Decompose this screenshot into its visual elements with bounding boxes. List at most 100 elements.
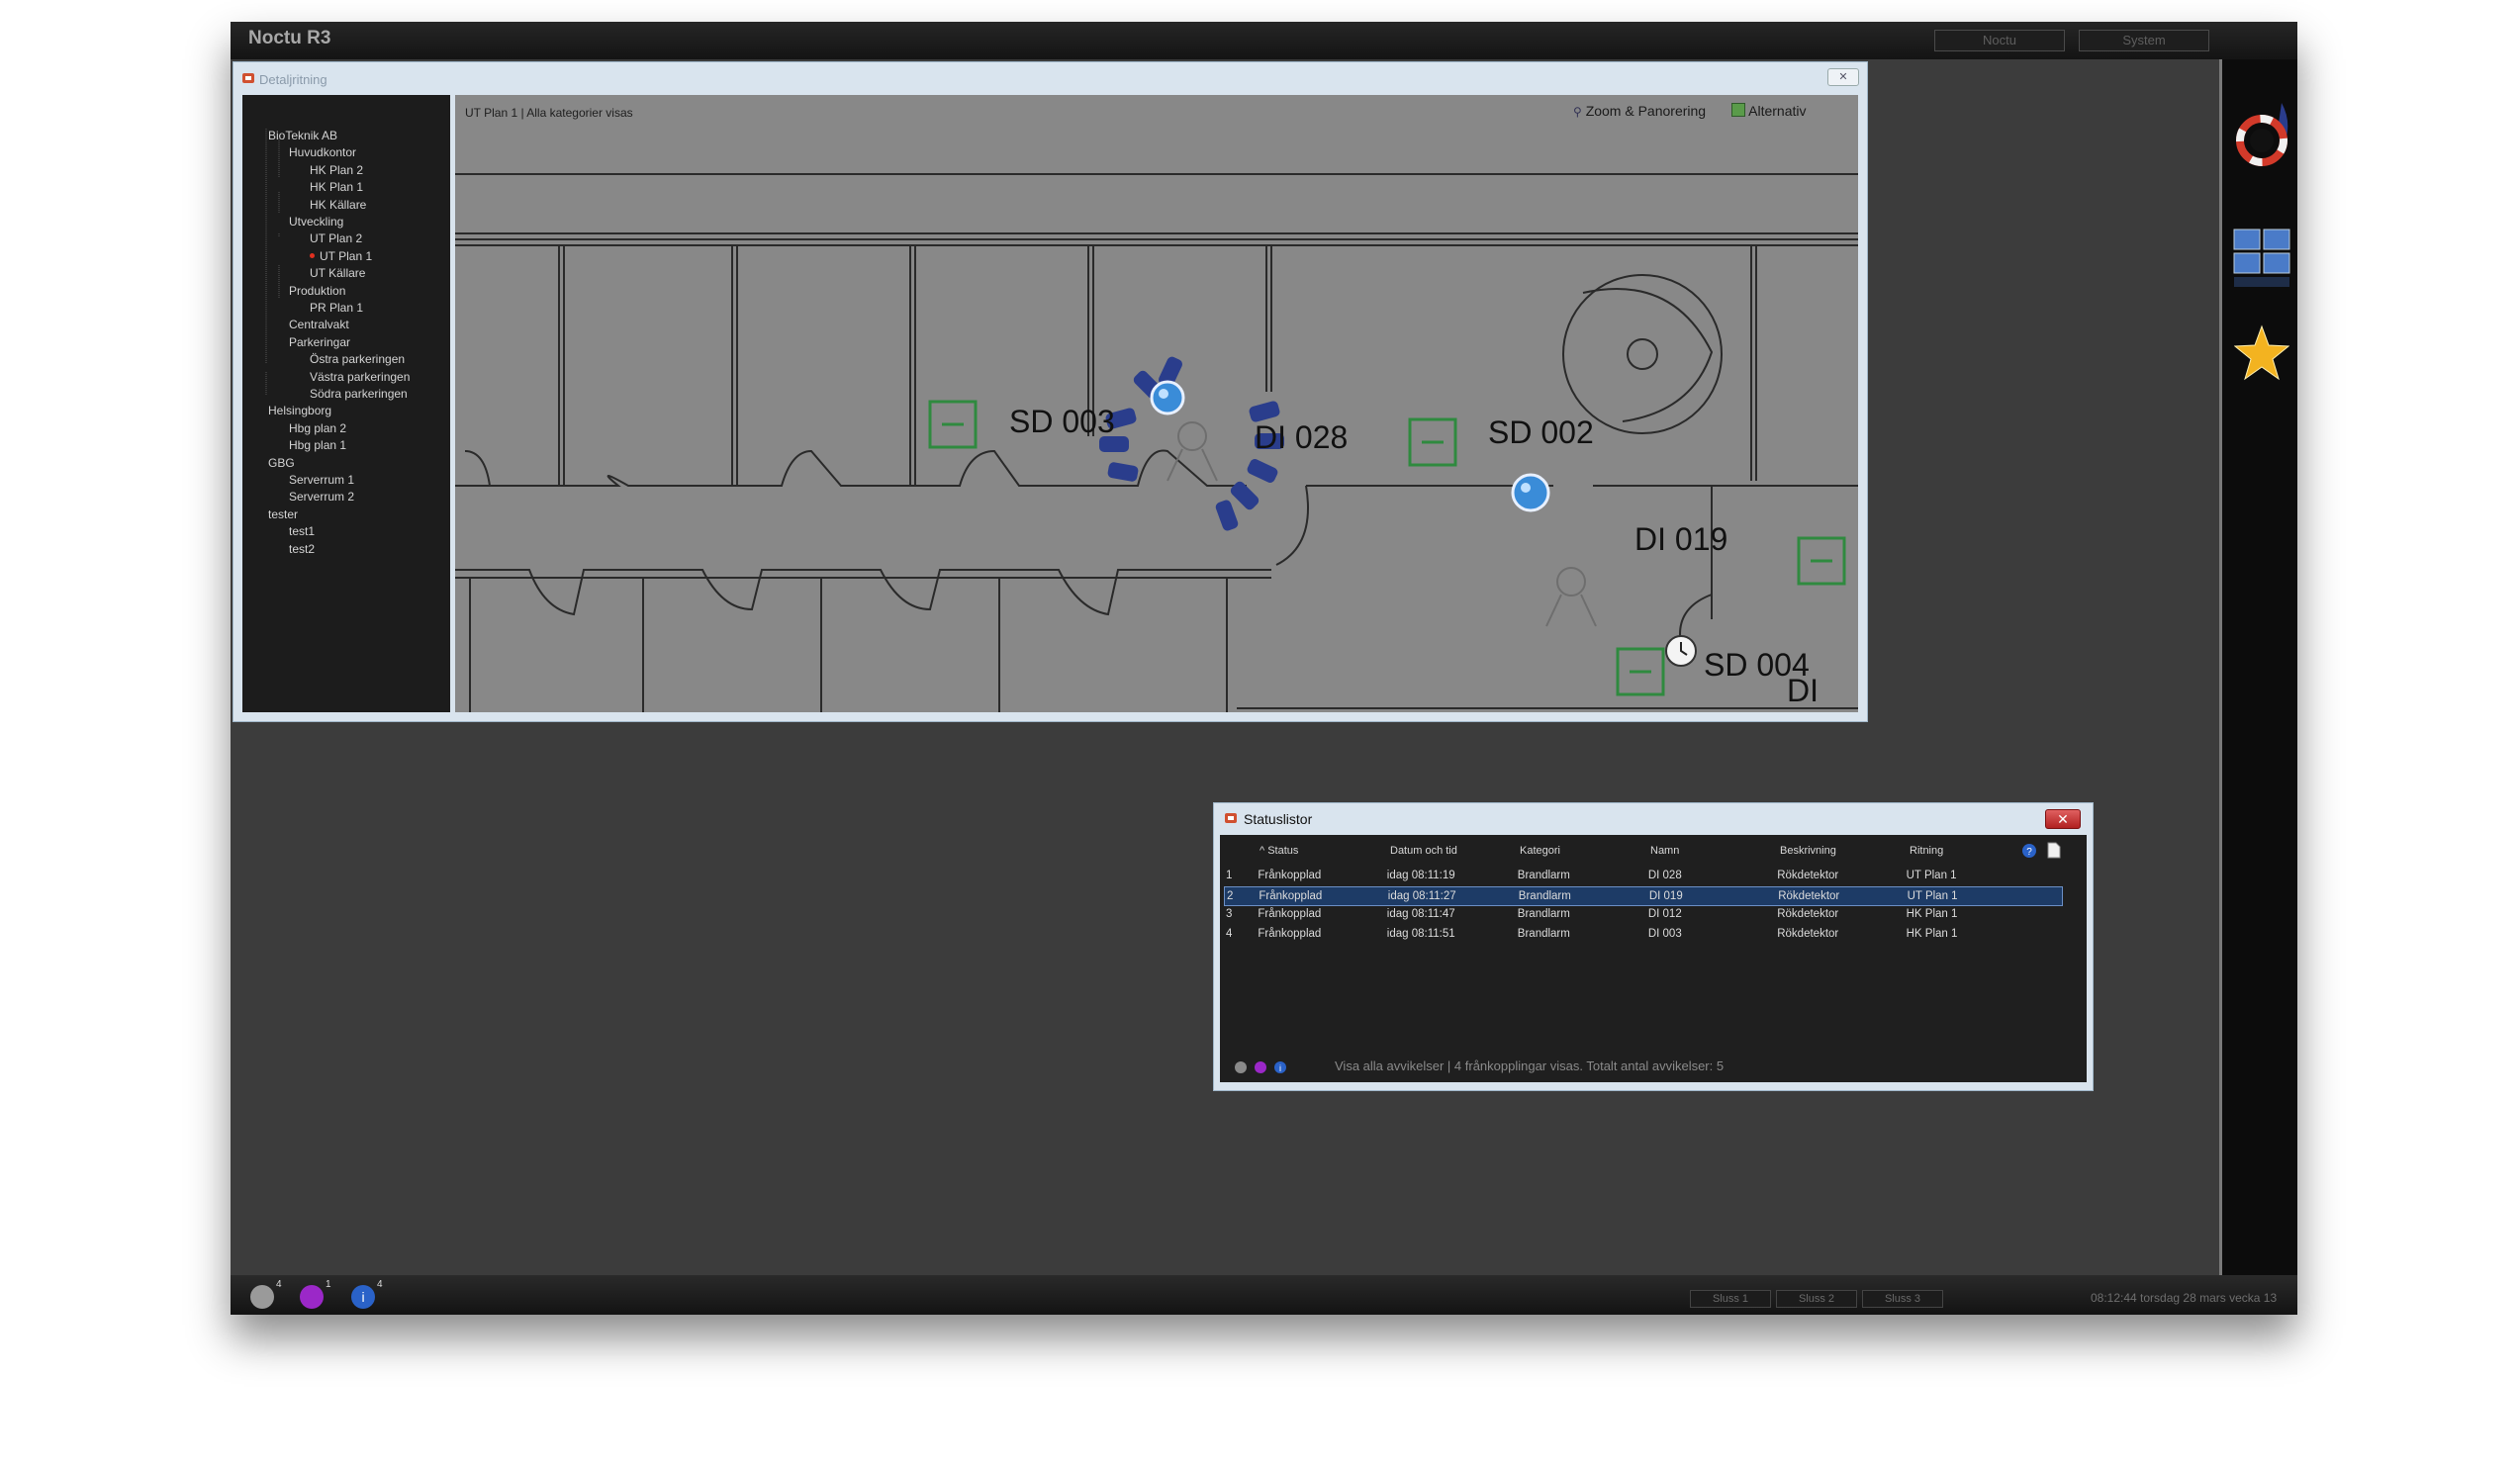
column-header-status[interactable]: ^ Status [1260, 845, 1298, 857]
close-button[interactable]: ✕ [2045, 809, 2081, 829]
tree-item[interactable]: UT Plan 2 [310, 231, 362, 245]
map-label-sd002: SD 002 [1488, 414, 1594, 450]
indicator-purple[interactable]: 1 [298, 1279, 331, 1316]
floor-plan-map[interactable]: SD 003 DI 028 SD 002 DI 019 SD 004 DI 03… [455, 95, 1858, 712]
svg-text:?: ? [2026, 847, 2032, 858]
cell-desc: Rökdetektor [1777, 927, 1839, 940]
favorites-star-icon[interactable] [2234, 324, 2289, 394]
cell-status: Frånkopplad [1258, 908, 1322, 920]
tree-item[interactable]: Centralvakt [289, 318, 349, 331]
table-row[interactable]: 2 Frånkopplad idag 08:11:27 Brandlarm DI 019… [1224, 885, 2063, 906]
cell-category: Brandlarm [1518, 889, 1571, 902]
tree-item[interactable]: Hbg plan 1 [289, 438, 346, 452]
tree-item-label: HK Plan 1 [310, 180, 364, 195]
tree-item[interactable]: Serverrum 2 [289, 490, 354, 504]
clock-marker[interactable] [1664, 634, 1698, 673]
lifebuoy-logo-icon[interactable] [2234, 101, 2289, 176]
tree-item[interactable]: tester [268, 507, 298, 521]
sluss-1-button[interactable]: Sluss 1 [1690, 1290, 1771, 1308]
tree-item[interactable]: Produktion [289, 284, 345, 298]
tree-item-label: Hbg plan 1 [289, 438, 347, 453]
sluss-3-button[interactable]: Sluss 3 [1862, 1290, 1943, 1308]
table-header: ^ Status Datum och tid Kategori Namn Bes… [1220, 835, 2087, 865]
tree-item[interactable]: Östra parkeringen [310, 352, 405, 366]
tree-item[interactable]: Huvudkontor [289, 145, 356, 159]
cell-name: DI 003 [1647, 927, 1682, 940]
column-header-category[interactable]: Kategori [1520, 845, 1560, 857]
map-label-di028: DI 028 [1255, 419, 1349, 455]
cell-status: Frånkopplad [1258, 870, 1322, 881]
tree-item-label: Centralvakt [289, 318, 349, 332]
close-button[interactable]: ✕ [1827, 68, 1859, 86]
window-app-icon [242, 73, 254, 83]
tree-item[interactable]: Hbg plan 2 [289, 421, 346, 435]
tree-item[interactable]: Utveckling [289, 215, 343, 229]
svg-text:i: i [361, 1289, 364, 1305]
cell-drawing: UT Plan 1 [1906, 870, 1957, 881]
column-header-name[interactable]: Namn [1650, 845, 1679, 857]
options-button[interactable]: Alternativ [1731, 103, 1806, 119]
indicator-count: 1 [326, 1279, 331, 1290]
tree-item-label: BioTeknik AB [268, 129, 338, 142]
tree-item-label: Parkeringar [289, 334, 351, 349]
column-header-datetime[interactable]: Datum och tid [1390, 845, 1457, 857]
cell-drawing: HK Plan 1 [1906, 908, 1958, 920]
application-window: Noctu R3 Noctu System Detaljritning ✕ Bi… [231, 22, 2297, 1315]
tree-item[interactable]: HK Källare [310, 198, 366, 212]
tree-item[interactable]: Södra parkeringen [310, 387, 408, 401]
cell-drawing: UT Plan 1 [1907, 889, 1958, 902]
smoke-detector-marker[interactable] [1150, 380, 1185, 420]
tree-item-label: Södra parkeringen [310, 387, 408, 401]
location-tree: BioTeknik AB Huvudkontor HK Plan 2 HK Plan … [242, 95, 450, 712]
tree-item[interactable]: Serverrum 1 [289, 473, 354, 487]
tree-item-label: UT Plan 2 [310, 231, 363, 246]
tree-item[interactable]: Parkeringar [289, 335, 350, 349]
title-bar: Noctu R3 Noctu System [231, 22, 2297, 59]
indicator-count: 4 [276, 1279, 282, 1290]
table-row[interactable]: 4 Frånkopplad idag 08:11:51 Brandlarm DI 003… [1224, 925, 2061, 943]
magnifier-icon: ⚲ [1573, 105, 1582, 119]
tree-item-label: Östra parkeringen [310, 352, 406, 367]
tree-item[interactable]: HK Plan 1 [310, 180, 363, 194]
window-app-icon [1225, 813, 1237, 823]
tree-item[interactable]: GBG [268, 456, 295, 470]
tree-item[interactable]: Västra parkeringen [310, 370, 410, 384]
status-list-body: ^ Status Datum och tid Kategori Namn Bes… [1220, 835, 2087, 1082]
indicator-gray[interactable]: 4 [248, 1279, 282, 1316]
cell-category: Brandlarm [1517, 927, 1570, 940]
sluss-2-button[interactable]: Sluss 2 [1776, 1290, 1857, 1308]
tree-item-label: Serverrum 1 [289, 473, 355, 487]
tree-item-label: Huvudkontor [289, 145, 357, 160]
column-header-description[interactable]: Beskrivning [1780, 845, 1836, 857]
options-icon [1731, 103, 1745, 117]
tree-item-label: Västra parkeringen [310, 369, 411, 384]
map-label-di03: DI 03 [1787, 673, 1822, 712]
tree-item[interactable]: Helsingborg [268, 404, 331, 417]
status-footer[interactable]: Visa alla avvikelser | 4 frånkopplingar … [1335, 1058, 1724, 1073]
indicator-info[interactable]: i 4 [349, 1279, 383, 1316]
zoom-pan-button[interactable]: ⚲ Zoom & Panorering [1573, 103, 1706, 119]
tree-item[interactable]: PR Plan 1 [310, 301, 363, 315]
help-icon[interactable]: ? [2021, 843, 2037, 859]
tree-item[interactable]: BioTeknik AB [268, 129, 337, 142]
document-icon[interactable] [2047, 842, 2061, 859]
tree-item-label: Hbg plan 2 [289, 420, 347, 435]
tree-item-label: HK Källare [310, 197, 367, 212]
windows-switch-icon[interactable] [2232, 226, 2291, 293]
tree-item[interactable]: UT Källare [310, 266, 365, 280]
status-list-window: Statuslistor ✕ ^ Status Datum och tid Ka… [1213, 802, 2094, 1091]
cell-drawing: HK Plan 1 [1906, 927, 1958, 940]
tree-item[interactable]: test2 [289, 542, 315, 556]
svg-text:i: i [1279, 1063, 1281, 1073]
system-button[interactable]: System [2079, 30, 2209, 51]
status-icons[interactable]: i [1234, 1058, 1293, 1078]
noctu-button[interactable]: Noctu [1934, 30, 2065, 51]
smoke-detector-marker[interactable] [1511, 473, 1550, 517]
tree-item[interactable]: test1 [289, 524, 315, 538]
table-row[interactable]: 1 Frånkopplad idag 08:11:19 Brandlarm DI 028… [1224, 867, 2061, 884]
column-header-drawing[interactable]: Ritning [1910, 845, 1943, 857]
tree-item-label: Helsingborg [268, 404, 332, 418]
tree-item[interactable]: HK Plan 2 [310, 163, 363, 177]
tree-item[interactable]: UT Plan 1 [310, 249, 372, 263]
table-row[interactable]: 3 Frånkopplad idag 08:11:47 Brandlarm DI 012… [1224, 905, 2061, 923]
